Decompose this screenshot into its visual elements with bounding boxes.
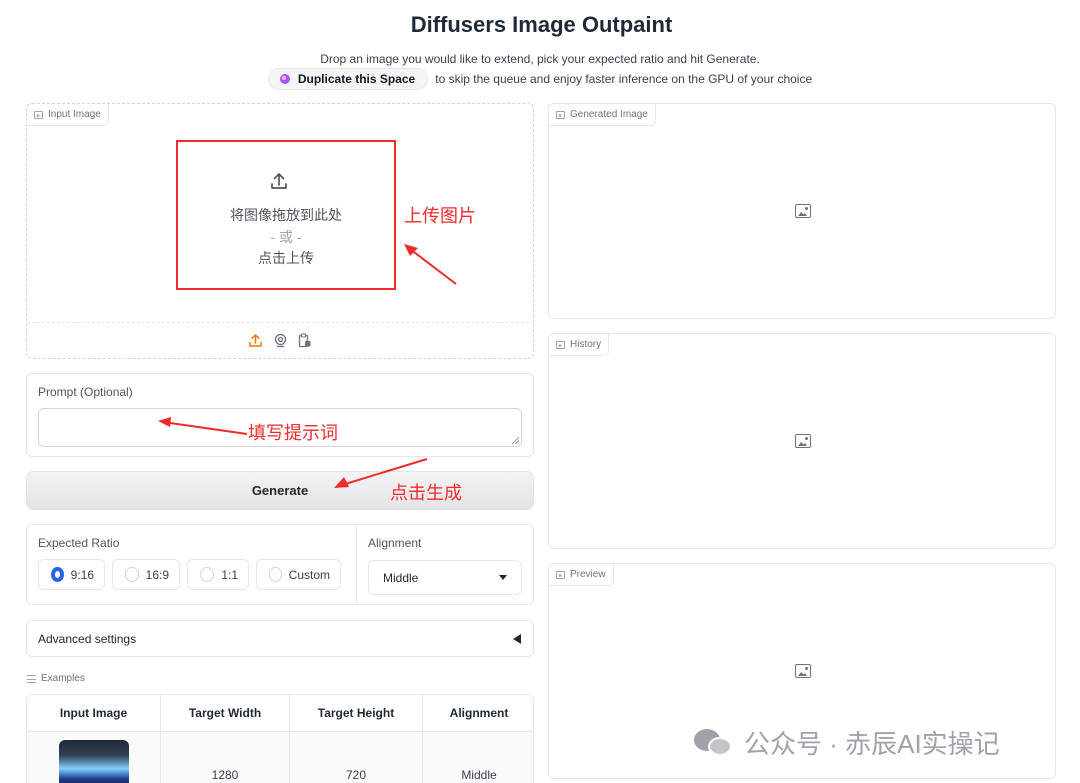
- wechat-icon: [694, 727, 734, 757]
- or-text: - 或 -: [270, 229, 302, 245]
- annotation-arrow-upload: [404, 244, 457, 285]
- table-cell[interactable]: 1280: [161, 732, 290, 783]
- table-cell[interactable]: 720: [290, 732, 423, 783]
- chevron-down-icon: [499, 575, 507, 580]
- radio-icon: [269, 567, 282, 582]
- resize-handle-icon[interactable]: [512, 437, 519, 444]
- duplicate-space-button[interactable]: Duplicate this Space: [267, 68, 429, 90]
- upload-source-icon[interactable]: [248, 333, 263, 348]
- alignment-dropdown[interactable]: Middle: [368, 560, 522, 595]
- column-header: Alignment: [423, 695, 533, 732]
- clipboard-source-icon[interactable]: [297, 333, 312, 348]
- column-header: Input Image: [27, 695, 161, 732]
- ratio-option-label: 1:1: [221, 567, 238, 582]
- page-title: Diffusers Image Outpaint: [410, 12, 673, 37]
- radio-icon: [200, 567, 215, 582]
- advanced-settings-accordion[interactable]: Advanced settings: [26, 620, 534, 657]
- table-cell[interactable]: Middle: [423, 732, 533, 783]
- list-icon: [27, 674, 36, 683]
- annotation-upload: 上传图片: [404, 206, 476, 226]
- annotation-prompt: 填写提示词: [248, 423, 338, 443]
- generated-image-tag: Generated Image: [549, 104, 656, 126]
- source-toolbar-divider: [27, 322, 534, 323]
- generate-button-label: Generate: [251, 483, 309, 498]
- watermark: 公众号 · 赤辰AI实操记: [694, 722, 1054, 762]
- ratio-option-16-9[interactable]: 16:9: [112, 559, 180, 590]
- image-icon: [556, 110, 565, 119]
- drop-text: 将图像拖放到此处: [230, 207, 342, 223]
- webcam-source-icon[interactable]: [273, 333, 288, 348]
- preview-tag: Preview: [549, 564, 614, 586]
- duplicate-line: Duplicate this Space to skip the queue a…: [0, 68, 1080, 90]
- ratio-option-9-16[interactable]: 9:16: [38, 559, 105, 590]
- image-icon: [556, 340, 565, 349]
- annotation-arrow-prompt: [158, 417, 248, 435]
- ratio-option-label: Custom: [288, 567, 330, 582]
- prompt-label: Prompt (Optional): [38, 385, 133, 399]
- annotation-generate: 点击生成: [390, 483, 462, 503]
- ratio-option-label: 16:9: [145, 567, 169, 582]
- history-tag-label: History: [570, 339, 602, 350]
- examples-header: Examples: [27, 673, 85, 684]
- image-icon: [556, 570, 565, 579]
- image-placeholder-icon: [795, 204, 811, 218]
- settings-divider: [356, 525, 357, 604]
- alignment-label: Alignment: [368, 536, 422, 550]
- duplicate-suffix: to skip the queue and enjoy faster infer…: [435, 72, 813, 86]
- column-header: Target Width: [161, 695, 290, 732]
- ratio-label: Expected Ratio: [38, 536, 120, 550]
- examples-table: Input Image Target Width Target Height A…: [26, 694, 534, 783]
- duplicate-space-label: Duplicate this Space: [297, 72, 416, 86]
- watermark-text: 公众号 · 赤辰AI实操记: [744, 728, 1000, 759]
- generated-image-tag-label: Generated Image: [570, 109, 648, 120]
- ratio-option-label: 9:16: [70, 567, 94, 582]
- preview-tag-label: Preview: [570, 569, 606, 580]
- advanced-settings-label: Advanced settings: [38, 631, 137, 646]
- example-thumbnail-cell[interactable]: [27, 732, 161, 783]
- history-tag: History: [549, 334, 610, 356]
- image-icon: [34, 110, 43, 119]
- radio-icon: [125, 567, 139, 582]
- column-header: Target Height: [290, 695, 423, 732]
- history-panel: History: [548, 333, 1056, 549]
- caret-left-icon: [513, 633, 521, 644]
- generated-image-panel: Generated Image: [548, 103, 1056, 319]
- image-placeholder-icon: [795, 434, 811, 448]
- radio-selected-icon: [51, 567, 64, 582]
- image-placeholder-icon: [795, 664, 811, 678]
- ratio-option-custom[interactable]: Custom: [256, 559, 341, 590]
- ratio-option-1-1[interactable]: 1:1: [187, 559, 249, 590]
- page-subtitle: Drop an image you would like to extend, …: [320, 52, 760, 66]
- example-thumbnail[interactable]: [59, 740, 129, 783]
- input-image-tag: Input Image: [27, 104, 109, 126]
- alignment-value: Middle: [383, 570, 419, 585]
- examples-label: Examples: [41, 673, 85, 684]
- click-upload-text[interactable]: 点击上传: [176, 248, 396, 268]
- upload-icon: [271, 173, 287, 189]
- spaces-logo-icon: [279, 74, 290, 84]
- input-image-tag-label: Input Image: [48, 109, 101, 120]
